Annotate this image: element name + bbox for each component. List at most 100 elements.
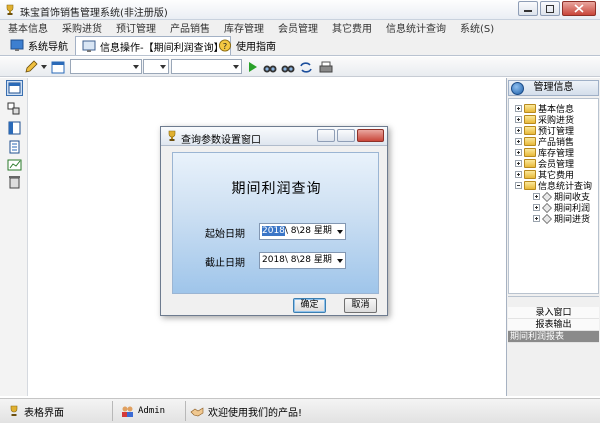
close-button[interactable] (562, 1, 596, 16)
menu-purchase[interactable]: 采购进货 (62, 20, 102, 35)
tab-label: 使用指南 (236, 42, 276, 53)
minimize-icon (524, 9, 532, 12)
expand-icon[interactable] (533, 204, 540, 211)
collapse-icon[interactable] (515, 182, 522, 189)
folder-icon (524, 159, 536, 168)
report-output-button[interactable]: 报表输出 (508, 319, 599, 331)
chevron-down-icon[interactable] (337, 259, 343, 263)
folder-icon (524, 137, 536, 146)
design-button[interactable] (7, 102, 22, 116)
tab-user-guide[interactable]: ? 使用指南 (212, 36, 282, 55)
tab-label: 信息操作-【期间利润查询】 (100, 42, 224, 54)
chevron-down-icon (233, 65, 239, 69)
window-title: 珠宝首饰销售管理系统(非注册版) (20, 8, 168, 19)
operator-combo[interactable] (143, 59, 169, 74)
dialog-body: 期间利润查询 起始日期 2018\ 8\28 星期 截止日期 2018\ 8\2… (172, 152, 379, 294)
dialog-close-button[interactable] (357, 129, 384, 142)
expand-icon[interactable] (515, 127, 522, 134)
print-button[interactable] (318, 59, 334, 75)
menu-booking[interactable]: 预订管理 (116, 20, 156, 35)
find-next-button[interactable] (280, 59, 296, 75)
design-icon (7, 102, 20, 115)
chevron-down-icon[interactable] (337, 230, 343, 234)
chart-icon (7, 159, 22, 171)
window-icon (8, 82, 21, 94)
chevron-down-icon (160, 65, 166, 69)
minimize-button[interactable] (518, 1, 538, 16)
menu-inventory[interactable]: 库存管理 (224, 20, 264, 35)
help-icon: ? (218, 39, 232, 52)
status-message-text: 欢迎使用我们的产品! (208, 407, 303, 419)
start-date-picker[interactable]: 2018\ 8\28 星期 (259, 223, 346, 240)
folder-icon (524, 115, 536, 124)
tab-profit-query[interactable]: 信息操作-【期间利润查询】 (75, 36, 231, 55)
printer-icon (319, 61, 333, 72)
back-arrow-icon[interactable] (511, 82, 524, 95)
status-user-text: Admin (138, 406, 166, 416)
run-query-button[interactable] (246, 59, 260, 75)
status-divider (112, 401, 113, 421)
start-date-label: 起始日期 (205, 229, 245, 240)
menu-other-costs[interactable]: 其它费用 (332, 20, 372, 35)
calendar-button[interactable] (50, 59, 66, 75)
refresh-button[interactable] (298, 59, 314, 75)
expand-icon[interactable] (515, 138, 522, 145)
dialog-title: 查询参数设置窗口 (181, 135, 261, 146)
close-icon (574, 4, 584, 13)
field-combo[interactable] (70, 59, 142, 74)
dialog-maximize-button[interactable] (337, 129, 355, 142)
folder-open-icon (524, 181, 536, 190)
record-button[interactable] (7, 121, 22, 135)
form-view-button[interactable] (6, 80, 23, 96)
edit-button[interactable] (22, 59, 40, 75)
menu-member[interactable]: 会员管理 (278, 20, 318, 35)
expand-icon[interactable] (515, 116, 522, 123)
maximize-icon (546, 4, 554, 13)
dialog-window-controls (317, 129, 384, 142)
cancel-button[interactable]: 取消 (344, 298, 377, 313)
folder-icon (524, 148, 536, 157)
pencil-icon (25, 60, 38, 73)
toolbar (0, 57, 600, 77)
tab-navigation[interactable]: 系统导航 (4, 36, 74, 55)
menu-bar: 基本信息 采购进货 预订管理 产品销售 库存管理 库存管理 会员管理 其它费用 … (0, 20, 600, 35)
folder-icon (524, 126, 536, 135)
menu-sales[interactable]: 产品销售 (170, 20, 210, 35)
panel-title: 管理信息 (533, 82, 574, 93)
monitor-icon (82, 40, 96, 52)
dialog-minimize-button[interactable] (317, 129, 335, 142)
expand-icon[interactable] (515, 149, 522, 156)
menu-system[interactable]: 系统(S) (460, 20, 494, 35)
find-button[interactable] (262, 59, 278, 75)
dialog-heading: 期间利润查询 (231, 181, 322, 197)
expand-icon[interactable] (515, 171, 522, 178)
menu-basic-info[interactable]: 基本信息 (8, 20, 48, 35)
selected-report-item[interactable]: 期间利润报表 (508, 331, 599, 343)
value-combo[interactable] (171, 59, 242, 74)
expand-icon[interactable] (515, 160, 522, 167)
tree-item[interactable]: 期间进货 (533, 213, 591, 225)
entry-window-button[interactable]: 录入窗口 (508, 307, 599, 319)
query-dialog: 查询参数设置窗口 期间利润查询 起始日期 2018\ 8\28 星期 截止日期 … (160, 126, 388, 316)
status-bar: 表格界面 Admin 欢迎使用我们的产品! (0, 398, 600, 423)
expand-icon[interactable] (515, 105, 522, 112)
status-divider (185, 401, 186, 421)
window-controls (518, 1, 596, 18)
binoculars-icon (263, 65, 277, 72)
chart-button[interactable] (7, 158, 22, 172)
delete-button[interactable] (7, 175, 22, 189)
refresh-icon (300, 61, 312, 73)
left-toolbar (0, 78, 28, 396)
expand-icon[interactable] (533, 215, 540, 222)
expand-icon[interactable] (533, 193, 540, 200)
start-date-year: 2018 (262, 226, 285, 236)
tab-label: 系统导航 (28, 42, 68, 53)
ok-button[interactable]: 确定 (293, 298, 326, 313)
tree-item-label: 期间进货 (554, 215, 591, 225)
menu-statistics[interactable]: 信息统计查询 (386, 20, 446, 35)
maximize-button[interactable] (540, 1, 560, 16)
document-button[interactable] (7, 140, 22, 154)
end-date-picker[interactable]: 2018\ 8\28 星期 (259, 252, 346, 269)
monitor-icon (10, 39, 24, 51)
edit-dropdown-button[interactable] (40, 59, 48, 75)
